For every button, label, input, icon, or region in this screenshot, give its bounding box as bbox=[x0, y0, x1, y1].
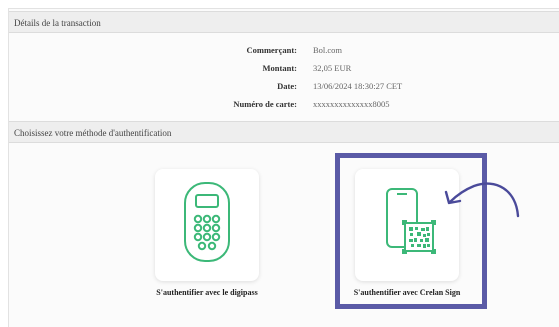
card-number-row: Numéro de carte: xxxxxxxxxxxxxx8005 bbox=[9, 99, 559, 117]
amount-row: Montant: 32,05 EUR bbox=[9, 63, 559, 81]
digipass-option-label[interactable]: S'authentifier avec le digipass bbox=[127, 288, 287, 297]
merchant-row: Commerçant: Bol.com bbox=[9, 45, 559, 63]
merchant-value: Bol.com bbox=[313, 45, 343, 55]
date-value: 13/06/2024 18:30:27 CET bbox=[313, 81, 403, 91]
digipass-option-card[interactable] bbox=[155, 169, 259, 281]
digipass-icon bbox=[184, 182, 230, 262]
transaction-details-header: Détails de la transaction bbox=[9, 11, 559, 33]
date-row: Date: 13/06/2024 18:30:27 CET bbox=[9, 81, 559, 99]
date-label: Date: bbox=[277, 81, 297, 91]
amount-value: 32,05 EUR bbox=[313, 63, 352, 73]
merchant-label: Commerçant: bbox=[246, 45, 297, 55]
auth-method-header: Choisissez votre méthode d'authentificat… bbox=[9, 121, 559, 143]
card-number-value: xxxxxxxxxxxxxx8005 bbox=[313, 99, 390, 109]
amount-label: Montant: bbox=[262, 63, 297, 73]
transaction-details: Commerçant: Bol.com Montant: 32,05 EUR D… bbox=[9, 45, 559, 117]
pointer-arrow-icon bbox=[444, 182, 520, 218]
card-number-label: Numéro de carte: bbox=[233, 99, 297, 109]
